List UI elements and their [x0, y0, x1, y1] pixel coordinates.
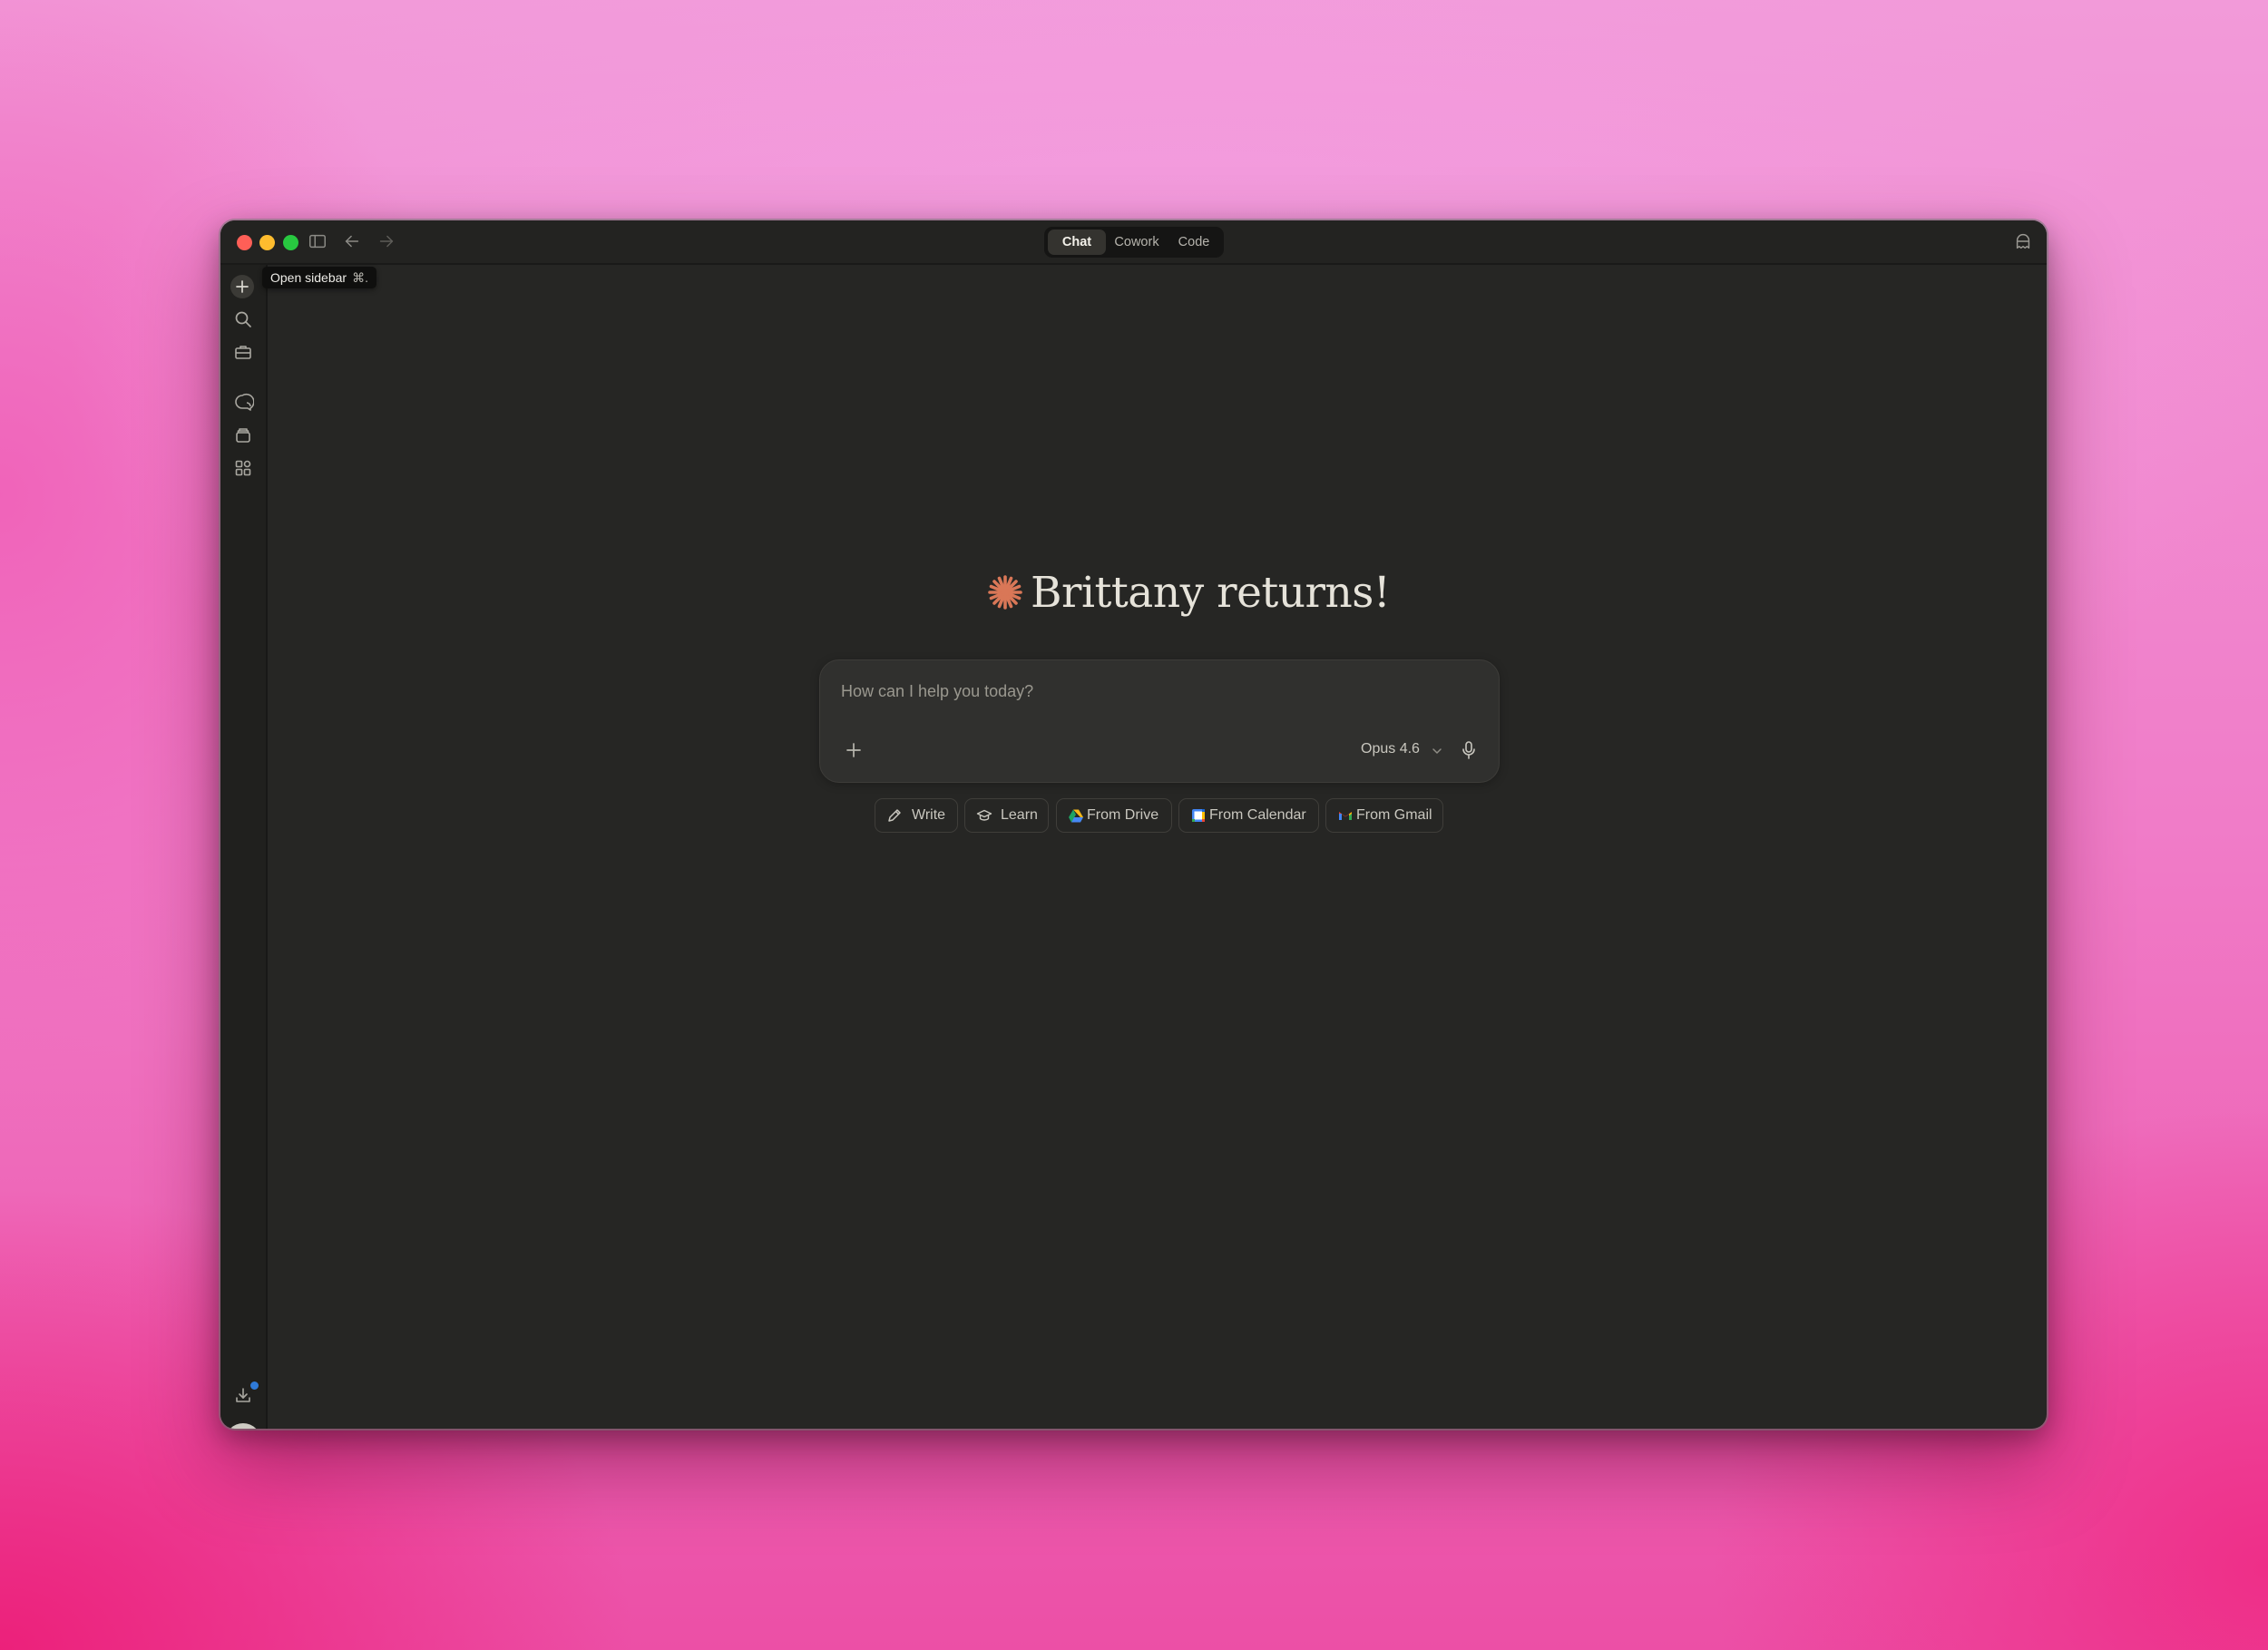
google-drive-icon: [1069, 809, 1083, 823]
mode-tabs: Chat Cowork Code: [1044, 227, 1224, 258]
from-gmail-chip[interactable]: From Gmail: [1325, 798, 1443, 833]
chats-icon[interactable]: [232, 392, 254, 414]
search-icon[interactable]: [232, 308, 254, 330]
pencil-icon: [888, 809, 901, 822]
projects-icon[interactable]: [232, 341, 254, 363]
plus-icon: [236, 280, 249, 293]
minimize-window-button[interactable]: [259, 235, 275, 250]
chevron-down-icon[interactable]: [1431, 745, 1443, 757]
tab-code[interactable]: Code: [1168, 229, 1220, 255]
greeting-text: Brittany returns!: [1031, 568, 1391, 618]
zoom-window-button[interactable]: [283, 235, 298, 250]
chip-label: From Drive: [1087, 807, 1159, 823]
model-selector[interactable]: Opus 4.6: [1361, 741, 1420, 757]
tab-cowork[interactable]: Cowork: [1108, 229, 1166, 255]
sidebar-toggle-icon[interactable]: [308, 231, 327, 251]
apps-icon[interactable]: [232, 457, 254, 479]
open-sidebar-tooltip: Open sidebar ⌘.: [262, 267, 376, 288]
chip-label: Learn: [1001, 807, 1038, 823]
chip-label: Write: [912, 807, 946, 823]
tooltip-label: Open sidebar: [270, 270, 347, 285]
microphone-icon[interactable]: [1458, 739, 1480, 761]
update-notification-dot: [249, 1380, 260, 1391]
chip-label: From Gmail: [1356, 807, 1432, 823]
chip-label: From Calendar: [1209, 807, 1306, 823]
close-window-button[interactable]: [237, 235, 252, 250]
forward-arrow-icon[interactable]: [376, 231, 396, 251]
graduation-cap-icon: [976, 809, 992, 821]
learn-chip[interactable]: Learn: [964, 798, 1049, 833]
add-attachment-plus-icon[interactable]: [844, 740, 864, 760]
sidebar: BJ: [220, 265, 268, 1429]
from-calendar-chip[interactable]: From Calendar: [1178, 798, 1319, 833]
artifacts-icon[interactable]: [232, 425, 254, 446]
app-window: Chat Cowork Code Open sidebar ⌘. Brittan…: [220, 220, 2047, 1429]
claude-spark-logo-icon: [988, 575, 1022, 610]
tab-chat[interactable]: Chat: [1048, 229, 1106, 255]
avatar[interactable]: BJ: [225, 1423, 261, 1429]
from-drive-chip[interactable]: From Drive: [1056, 798, 1172, 833]
write-chip[interactable]: Write: [875, 798, 958, 833]
back-arrow-icon[interactable]: [342, 231, 362, 251]
new-chat-button[interactable]: [230, 275, 254, 298]
title-bar: Chat Cowork Code: [220, 220, 2047, 265]
gmail-icon: [1339, 812, 1352, 820]
message-composer[interactable]: How can I help you today? Opus 4.6: [819, 659, 1500, 783]
greeting: Brittany returns!: [987, 565, 1395, 629]
message-input[interactable]: How can I help you today?: [841, 682, 1033, 701]
tooltip-shortcut: ⌘.: [352, 270, 368, 285]
google-calendar-icon: [1192, 809, 1205, 822]
incognito-ghost-icon[interactable]: [2013, 231, 2033, 251]
